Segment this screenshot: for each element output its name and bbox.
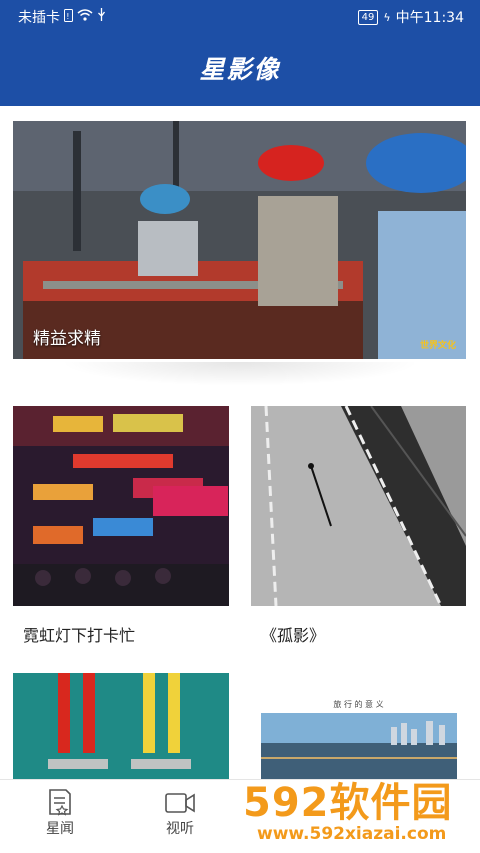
card-photo [13,673,229,779]
tab-news[interactable]: 星闻 [20,788,100,838]
clock: 中午11:34 [395,10,464,26]
card-photo [13,406,229,606]
photo-card-shadow[interactable] [251,406,466,606]
tab-video-label: 视听 [166,821,194,837]
photo-card-yellow[interactable] [13,673,229,779]
news-icon [49,789,71,816]
card-title[interactable]: 霓虹灯下打卡忙 [23,622,135,646]
app-title: 星影像 [199,55,281,84]
sim-icon: ! [64,8,73,26]
card-title[interactable]: 《孤影》 [261,622,325,646]
app-header: 未插卡 ! 49 ϟ 中午11:34 星影像 [0,0,480,106]
card-photo [251,406,466,606]
status-bar: 未插卡 ! 49 ϟ 中午11:34 [0,0,480,32]
tab-video[interactable]: 视听 [140,788,220,838]
watermark-brand: 592软件园 [243,780,453,826]
card-caption-small: 旅 行 的 意 义 [333,700,384,709]
photo-badge: 世界文化 [419,341,456,351]
usb-icon [97,8,106,26]
featured-caption: 精益求精 [33,329,101,349]
charging-icon: ϟ [383,10,391,24]
section-divider [60,362,420,386]
wifi-icon [77,9,93,25]
featured-banner[interactable]: 精益求精 世界文化 [13,121,466,359]
watermark-url: www.592xiazai.com [257,824,447,844]
battery-indicator: 49 [357,9,379,25]
site-watermark: 592软件园 www.592xiazai.com [237,762,480,853]
svg-text:!: ! [66,12,69,21]
carrier-label: 未插卡 [18,10,60,26]
photo-card-neon[interactable] [13,406,229,606]
tab-news-label: 星闻 [46,821,74,837]
camera-icon [165,793,195,813]
